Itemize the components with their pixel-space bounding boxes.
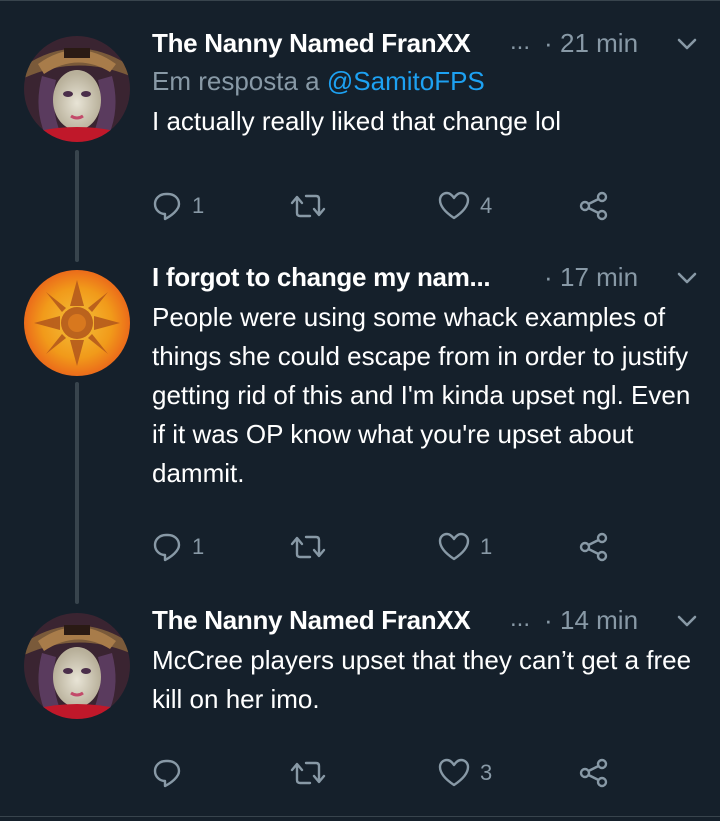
author-name[interactable]: The Nanny Named FranXX [152, 28, 471, 59]
bottom-divider [0, 816, 720, 817]
retweet-button[interactable] [290, 527, 336, 567]
share-icon [579, 191, 608, 221]
reply-icon [153, 192, 181, 221]
share-icon [579, 532, 608, 562]
reply-prefix: Em resposta a [152, 66, 320, 96]
name-truncation: ... [510, 28, 531, 55]
mention-link[interactable]: @SamitoFPS [327, 66, 485, 96]
like-count: 3 [480, 760, 493, 785]
timestamp[interactable]: 17 min [560, 262, 638, 293]
reply-button[interactable]: 1 [152, 527, 204, 567]
retweet-button[interactable] [290, 186, 336, 226]
author-name[interactable]: I forgot to change my nam... [152, 262, 491, 293]
tweet-content: The Nanny Named FranXX ... · 14 min McCr… [152, 605, 700, 719]
tweet-text: I actually really liked that change lol [152, 106, 562, 136]
share-button[interactable] [578, 753, 610, 793]
tweet-content: The Nanny Named FranXX ... · 21 min Em r… [152, 28, 700, 141]
avatar[interactable] [24, 270, 130, 376]
tweet-actions: 1 4 [152, 186, 672, 226]
retweet-icon [290, 535, 326, 559]
retweet-icon [290, 761, 326, 785]
top-divider [0, 0, 720, 1]
name-truncation: ... [510, 605, 531, 632]
reply-icon [153, 533, 181, 562]
tweet-text: McCree players upset that they can’t get… [152, 645, 692, 714]
separator-dot: · [544, 262, 553, 292]
like-icon [438, 758, 470, 787]
share-icon [579, 758, 608, 788]
anime-cowboy-avatar-image [24, 36, 130, 142]
timestamp[interactable]: 21 min [560, 28, 638, 59]
thread-connector [75, 382, 79, 604]
sun-emblem-avatar-image [24, 270, 130, 376]
chevron-down-icon[interactable] [676, 613, 698, 629]
author-name[interactable]: The Nanny Named FranXX [152, 605, 471, 636]
reply-icon [153, 759, 181, 788]
chevron-down-icon[interactable] [676, 36, 698, 52]
like-icon [438, 532, 470, 561]
retweet-button[interactable] [290, 753, 336, 793]
like-button[interactable]: 3 [438, 753, 492, 793]
tweet-header: The Nanny Named FranXX ... · 14 min [152, 605, 700, 641]
reply-context: Em resposta a @SamitoFPS [152, 66, 700, 102]
separator-dot: · [544, 605, 553, 635]
reply-count: 1 [192, 534, 205, 559]
avatar[interactable] [24, 36, 130, 142]
thread-connector [75, 150, 79, 262]
tweet-header: The Nanny Named FranXX ... · 21 min [152, 28, 700, 64]
tweet-header: I forgot to change my nam... · 17 min [152, 262, 700, 298]
like-button[interactable]: 4 [438, 186, 492, 226]
retweet-icon [290, 194, 326, 218]
share-button[interactable] [578, 186, 610, 226]
separator-dot: · [544, 28, 553, 58]
reply-button[interactable] [152, 753, 192, 793]
reply-button[interactable]: 1 [152, 186, 204, 226]
share-button[interactable] [578, 527, 610, 567]
like-count: 1 [480, 534, 493, 559]
anime-cowboy-avatar-image [24, 613, 130, 719]
like-button[interactable]: 1 [438, 527, 492, 567]
reply-count: 1 [192, 193, 205, 218]
tweet-actions: 1 1 [152, 527, 672, 567]
like-icon [438, 191, 470, 220]
like-count: 4 [480, 193, 493, 218]
timestamp[interactable]: 14 min [560, 605, 638, 636]
chevron-down-icon[interactable] [676, 270, 698, 286]
tweet-text: People were using some whack examples of… [152, 302, 691, 488]
tweet-actions: 3 [152, 753, 672, 793]
tweet-content: I forgot to change my nam... · 17 min Pe… [152, 262, 700, 493]
avatar[interactable] [24, 613, 130, 719]
